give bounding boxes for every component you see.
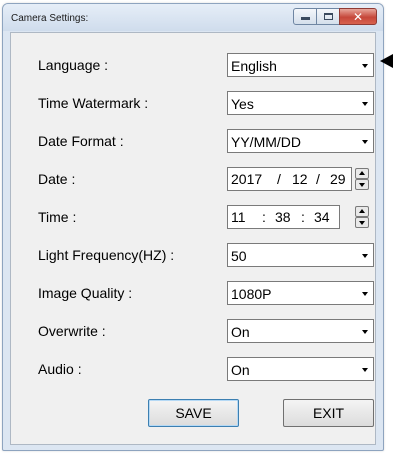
audio-value: On bbox=[231, 362, 250, 378]
time-spinner bbox=[355, 206, 369, 228]
image-quality-row: Image Quality : 1080P bbox=[11, 281, 377, 305]
time-label: Time : bbox=[38, 209, 77, 225]
time-down-button[interactable] bbox=[355, 217, 369, 228]
audio-label: Audio : bbox=[38, 361, 82, 377]
time-second[interactable]: 34 bbox=[314, 209, 330, 225]
time-watermark-dropdown[interactable]: Yes bbox=[227, 91, 374, 115]
overwrite-label: Overwrite : bbox=[38, 323, 106, 339]
close-button[interactable]: ✕ bbox=[339, 8, 377, 25]
settings-panel: Language : English Time Watermark : Yes … bbox=[10, 32, 376, 445]
time-watermark-label: Time Watermark : bbox=[38, 95, 149, 111]
date-day[interactable]: 29 bbox=[330, 171, 346, 187]
image-quality-value: 1080P bbox=[231, 286, 272, 302]
overwrite-row: Overwrite : On bbox=[11, 319, 377, 343]
date-spinner bbox=[355, 168, 369, 190]
date-label: Date : bbox=[38, 171, 76, 187]
date-separator: / bbox=[316, 171, 320, 187]
chevron-down-icon bbox=[362, 140, 368, 144]
date-separator: / bbox=[277, 171, 281, 187]
date-picker[interactable]: 2017 / 12 / 29 bbox=[227, 167, 352, 191]
date-format-label: Date Format : bbox=[38, 133, 124, 149]
time-up-button[interactable] bbox=[355, 206, 369, 217]
camera-settings-window: Camera Settings: ✕ Language : English Ti… bbox=[2, 3, 384, 451]
chevron-down-icon bbox=[362, 102, 368, 106]
time-separator: : bbox=[262, 209, 266, 225]
date-format-value: YY/MM/DD bbox=[231, 134, 301, 150]
language-label: Language : bbox=[38, 57, 109, 73]
arrow-left-icon bbox=[380, 54, 393, 68]
time-picker[interactable]: 11 : 38 : 34 bbox=[227, 205, 340, 229]
image-quality-label: Image Quality : bbox=[38, 285, 133, 301]
save-button[interactable]: SAVE bbox=[148, 399, 239, 427]
window-title: Camera Settings: bbox=[11, 13, 89, 24]
time-separator: : bbox=[301, 209, 305, 225]
date-down-button[interactable] bbox=[355, 179, 369, 190]
chevron-down-icon bbox=[362, 254, 368, 258]
time-watermark-row: Time Watermark : Yes bbox=[11, 91, 377, 115]
chevron-down-icon bbox=[362, 368, 368, 372]
time-hour[interactable]: 11 bbox=[231, 209, 246, 225]
audio-dropdown[interactable]: On bbox=[227, 357, 374, 381]
chevron-down-icon bbox=[362, 292, 368, 296]
image-quality-dropdown[interactable]: 1080P bbox=[227, 281, 374, 305]
chevron-down-icon bbox=[362, 330, 368, 334]
close-icon: ✕ bbox=[352, 10, 364, 24]
minimize-icon bbox=[301, 17, 310, 20]
date-format-dropdown[interactable]: YY/MM/DD bbox=[227, 129, 374, 153]
light-frequency-row: Light Frequency(HZ) : 50 bbox=[11, 243, 377, 267]
caption-buttons: ✕ bbox=[293, 8, 377, 26]
language-row: Language : English bbox=[11, 53, 377, 77]
language-dropdown[interactable]: English bbox=[227, 53, 374, 77]
audio-row: Audio : On bbox=[11, 357, 377, 381]
date-up-button[interactable] bbox=[355, 168, 369, 179]
date-month[interactable]: 12 bbox=[292, 171, 308, 187]
exit-button[interactable]: EXIT bbox=[283, 399, 374, 427]
time-minute[interactable]: 38 bbox=[275, 209, 291, 225]
maximize-button[interactable] bbox=[316, 8, 340, 25]
time-watermark-value: Yes bbox=[231, 96, 254, 112]
minimize-button[interactable] bbox=[293, 8, 317, 25]
maximize-icon bbox=[324, 13, 333, 20]
light-frequency-value: 50 bbox=[231, 248, 247, 264]
title-bar[interactable]: Camera Settings: ✕ bbox=[3, 4, 383, 31]
chevron-down-icon bbox=[362, 64, 368, 68]
date-row: Date : 2017 / 12 / 29 bbox=[11, 167, 377, 191]
language-value: English bbox=[231, 58, 277, 74]
time-row: Time : 11 : 38 : 34 bbox=[11, 205, 377, 229]
date-format-row: Date Format : YY/MM/DD bbox=[11, 129, 377, 153]
overwrite-value: On bbox=[231, 324, 250, 340]
light-frequency-label: Light Frequency(HZ) : bbox=[38, 247, 175, 263]
overwrite-dropdown[interactable]: On bbox=[227, 319, 374, 343]
date-year[interactable]: 2017 bbox=[231, 171, 262, 187]
light-frequency-dropdown[interactable]: 50 bbox=[227, 243, 374, 267]
